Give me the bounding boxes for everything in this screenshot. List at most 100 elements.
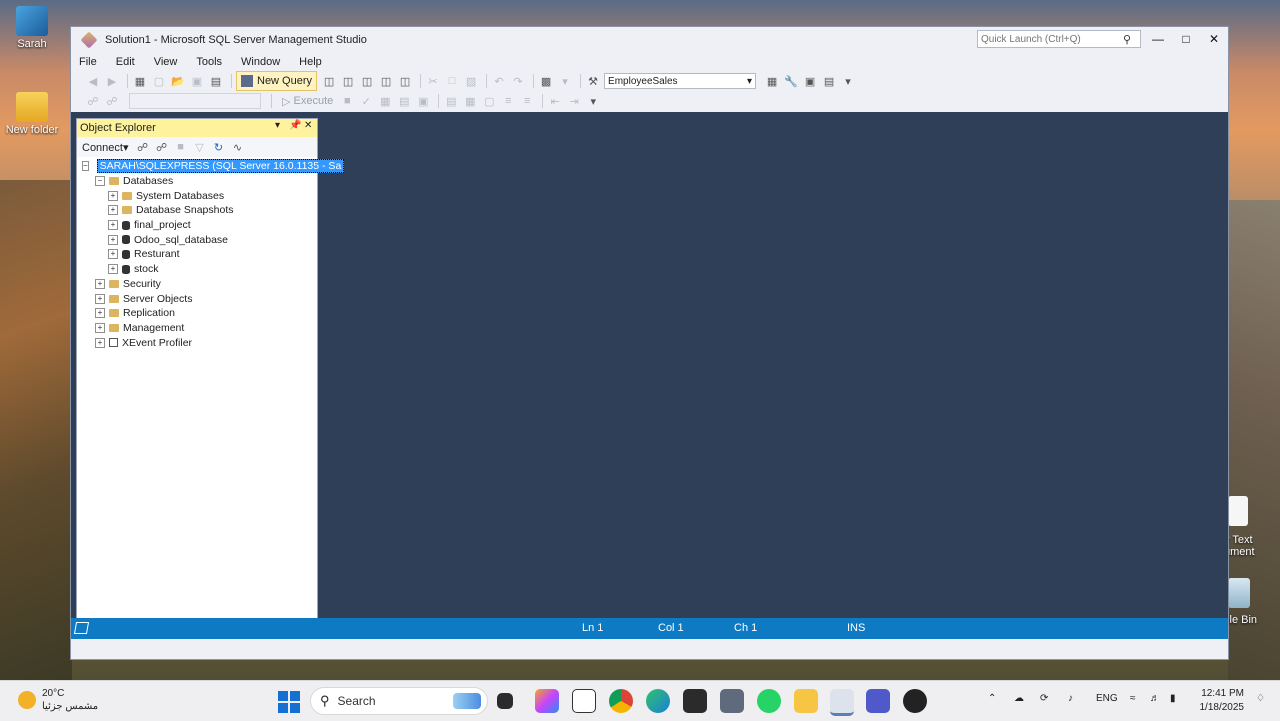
menu-view[interactable]: View bbox=[154, 56, 178, 68]
expand-icon[interactable]: + bbox=[95, 278, 105, 289]
menu-tools[interactable]: Tools bbox=[196, 56, 222, 68]
tree-node-database-snapshots[interactable]: + Database Snapshots bbox=[77, 203, 317, 218]
toolbar-options-icon[interactable]: ▾ bbox=[585, 93, 601, 109]
connect-plug-icon[interactable]: ☍ bbox=[135, 139, 151, 155]
close-button[interactable]: ✕ bbox=[1201, 29, 1227, 49]
analysis-mdx-query-icon[interactable]: ◫ bbox=[340, 73, 356, 89]
expand-icon[interactable]: + bbox=[108, 264, 118, 275]
template-explorer-icon[interactable]: ▤ bbox=[821, 73, 837, 89]
chevron-up-icon[interactable]: ⌃ bbox=[988, 693, 996, 704]
tree-node-server[interactable]: − SARAH\SQLEXPRESS (SQL Server 16.0.1135… bbox=[77, 159, 345, 174]
title-bar[interactable]: Solution1 - Microsoft SQL Server Managem… bbox=[71, 27, 1228, 53]
toolbar-options-icon[interactable]: ▾ bbox=[840, 73, 856, 89]
maximize-button[interactable]: □ bbox=[1173, 29, 1199, 49]
forward-icon[interactable]: ▶ bbox=[104, 73, 120, 89]
start-button[interactable] bbox=[278, 691, 300, 713]
add-item-icon[interactable]: ▢ bbox=[151, 73, 167, 89]
tree-node-management[interactable]: + Management bbox=[77, 321, 317, 336]
save-icon[interactable]: ▣ bbox=[189, 73, 205, 89]
tree-node-security[interactable]: + Security bbox=[77, 277, 317, 292]
tree-node-replication[interactable]: + Replication bbox=[77, 306, 317, 321]
activity-monitor-icon[interactable]: ∿ bbox=[230, 139, 246, 155]
decrease-indent-icon[interactable]: ⇤ bbox=[547, 93, 563, 109]
analysis-xmla-query-icon[interactable]: ◫ bbox=[378, 73, 394, 89]
increase-indent-icon[interactable]: ⇥ bbox=[566, 93, 582, 109]
chrome-icon[interactable] bbox=[609, 689, 633, 713]
window-position-icon[interactable]: ▾ bbox=[275, 120, 280, 131]
cut-icon[interactable]: ✂ bbox=[425, 73, 441, 89]
expand-icon[interactable]: + bbox=[95, 337, 105, 348]
results-to-text-icon[interactable]: ▤ bbox=[443, 93, 459, 109]
cloud-icon[interactable]: ☁ bbox=[1014, 693, 1024, 704]
obs-icon[interactable] bbox=[903, 689, 927, 713]
expand-icon[interactable]: + bbox=[108, 190, 118, 201]
find-in-files-icon[interactable]: ▩ bbox=[538, 73, 554, 89]
parse-check-icon[interactable]: ✓ bbox=[358, 93, 374, 109]
expand-icon[interactable]: + bbox=[95, 293, 105, 304]
results-to-grid-icon[interactable]: ▦ bbox=[462, 93, 478, 109]
menu-file[interactable]: File bbox=[79, 56, 97, 68]
expand-icon[interactable]: + bbox=[95, 322, 105, 333]
weather-widget[interactable]: 20°C مشمس جزئيا bbox=[18, 687, 98, 713]
file-explorer-icon[interactable] bbox=[794, 689, 818, 713]
tree-node-database[interactable]: + Odoo_sql_database bbox=[77, 232, 317, 247]
edge-icon[interactable] bbox=[646, 689, 670, 713]
microphone-icon[interactable]: ♪ bbox=[1068, 693, 1073, 704]
find-dropdown-icon[interactable]: ▾ bbox=[557, 73, 573, 89]
notification-bell-icon[interactable]: ♢ bbox=[1256, 693, 1265, 704]
database-engine-query-icon[interactable]: ◫ bbox=[321, 73, 337, 89]
collapse-icon[interactable]: − bbox=[95, 176, 105, 187]
language-indicator[interactable]: ENG bbox=[1096, 693, 1118, 704]
results-to-file-icon[interactable]: ▢ bbox=[481, 93, 497, 109]
execute-button[interactable]: ▷ Execute bbox=[282, 95, 333, 108]
server-label[interactable]: SARAH\SQLEXPRESS (SQL Server 16.0.1135 -… bbox=[96, 159, 345, 174]
back-icon[interactable]: ◀ bbox=[85, 73, 101, 89]
object-explorer-header[interactable]: Object Explorer ▾ 📌 ✕ bbox=[77, 119, 317, 137]
comment-icon[interactable]: ≡ bbox=[500, 93, 516, 109]
expand-icon[interactable]: + bbox=[108, 234, 118, 245]
notion-icon[interactable] bbox=[572, 689, 596, 713]
new-query-button[interactable]: New Query bbox=[236, 71, 318, 91]
query-options-icon[interactable]: ▤ bbox=[396, 93, 412, 109]
wifi-icon[interactable]: ≈ bbox=[1130, 693, 1136, 704]
filter-icon[interactable]: ▽ bbox=[192, 139, 208, 155]
analysis-dax-query-icon[interactable]: ◫ bbox=[397, 73, 413, 89]
minimize-button[interactable]: — bbox=[1145, 29, 1171, 49]
teams-icon[interactable] bbox=[866, 689, 890, 713]
properties-wrench-icon[interactable]: 🔧 bbox=[783, 73, 799, 89]
tree-node-server-objects[interactable]: + Server Objects bbox=[77, 291, 317, 306]
connect-dropdown[interactable]: Connect▾ bbox=[82, 141, 129, 154]
connect-database-icon[interactable]: ⚒ bbox=[585, 73, 601, 89]
desktop-icon-new-folder[interactable]: New folder bbox=[0, 92, 64, 136]
new-project-icon[interactable]: ▦ bbox=[132, 73, 148, 89]
paste-icon[interactable]: ▧ bbox=[463, 73, 479, 89]
battery-icon[interactable]: ▮ bbox=[1170, 693, 1176, 704]
ssms-taskbar-icon[interactable] bbox=[830, 689, 854, 716]
volume-icon[interactable]: ♬ bbox=[1150, 693, 1160, 704]
media-app-icon[interactable] bbox=[683, 689, 707, 713]
expand-icon[interactable]: + bbox=[95, 308, 105, 319]
desktop-icon-recycle-bin[interactable]: cle Bin bbox=[1224, 578, 1280, 626]
desktop-icon-user[interactable]: Sarah bbox=[0, 6, 64, 50]
available-databases-select[interactable]: EmployeeSales ▾ bbox=[604, 73, 757, 89]
expand-icon[interactable]: + bbox=[108, 205, 118, 216]
disconnect-plug-icon[interactable]: ☍ bbox=[104, 93, 120, 109]
system-clock[interactable]: 12:41 PM 1/18/2025 bbox=[1194, 687, 1245, 715]
tree-node-xevent-profiler[interactable]: + XEvent Profiler bbox=[77, 335, 317, 350]
undo-icon[interactable]: ↶ bbox=[491, 73, 507, 89]
tree-node-system-databases[interactable]: + System Databases bbox=[77, 188, 317, 203]
quick-launch-input[interactable] bbox=[978, 32, 1123, 46]
desktop-icon-text-document[interactable]: y Text ument bbox=[1224, 496, 1280, 558]
tree-node-database[interactable]: + Resturant bbox=[77, 247, 317, 262]
tree-node-database[interactable]: + final_project bbox=[77, 218, 317, 233]
menu-window[interactable]: Window bbox=[241, 56, 280, 68]
copy-icon[interactable]: □ bbox=[444, 73, 460, 89]
editor-database-select[interactable] bbox=[129, 93, 261, 109]
search-icon[interactable]: ⚲ bbox=[1123, 33, 1131, 46]
open-file-icon[interactable]: 📂 bbox=[170, 73, 186, 89]
collapse-icon[interactable]: − bbox=[82, 161, 89, 172]
refresh-icon[interactable]: ↻ bbox=[211, 139, 227, 155]
expand-icon[interactable]: + bbox=[108, 220, 118, 231]
display-plan-icon[interactable]: ▦ bbox=[377, 93, 393, 109]
menu-edit[interactable]: Edit bbox=[116, 56, 135, 68]
